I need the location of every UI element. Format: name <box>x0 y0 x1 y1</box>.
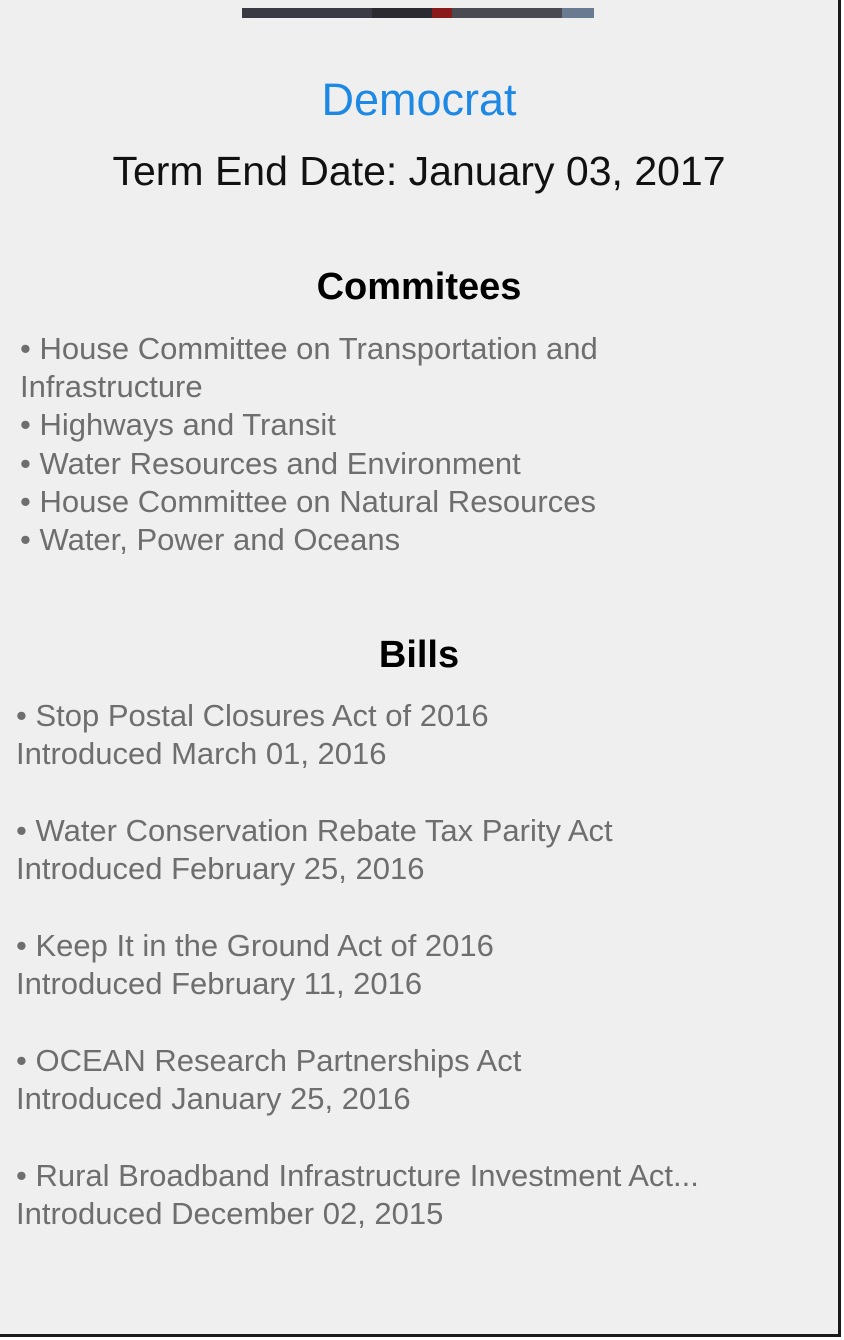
bill-name: • Keep It in the Ground Act of 2016 <box>16 928 494 963</box>
committee-item: • House Committee on Transportation and <box>20 331 598 366</box>
bill-item[interactable]: • Keep It in the Ground Act of 2016 Intr… <box>16 927 816 1042</box>
committee-item: • Water Resources and Environment <box>20 445 521 481</box>
legislator-photo <box>242 8 594 18</box>
legislator-detail-screen: Democrat Term End Date: January 03, 2017… <box>0 0 841 1337</box>
bill-introduced-date: Introduced January 25, 2016 <box>16 1081 411 1117</box>
bill-name: • Stop Postal Closures Act of 2016 <box>16 698 489 733</box>
party-label: Democrat <box>321 74 517 125</box>
bill-name: • OCEAN Research Partnerships Act <box>16 1043 522 1078</box>
bill-item[interactable]: • Water Conservation Rebate Tax Parity A… <box>16 812 816 927</box>
committees-list: • House Committee on Transportation and … <box>20 330 720 559</box>
bill-name: • Water Conservation Rebate Tax Parity A… <box>16 813 613 848</box>
bill-name: • Rural Broadband Infrastructure Investm… <box>16 1158 699 1193</box>
bills-heading: Bills <box>378 634 460 676</box>
bill-introduced-date: Introduced March 01, 2016 <box>16 736 387 772</box>
committee-item: • Highways and Transit <box>20 407 336 443</box>
committee-item: Infrastructure <box>20 369 203 405</box>
bill-item[interactable]: • Rural Broadband Infrastructure Investm… <box>16 1157 816 1272</box>
bill-item[interactable]: • OCEAN Research Partnerships Act Introd… <box>16 1042 816 1157</box>
bill-introduced-date: Introduced December 02, 2015 <box>16 1196 444 1232</box>
bill-introduced-date: Introduced February 25, 2016 <box>16 851 425 887</box>
bills-list: • Stop Postal Closures Act of 2016 Intro… <box>16 697 816 1272</box>
bill-introduced-date: Introduced February 11, 2016 <box>16 966 423 1002</box>
term-end-date: Term End Date: January 03, 2017 <box>112 148 726 194</box>
committee-item: • Water, Power and Oceans <box>20 522 401 558</box>
committees-heading: Commitees <box>316 266 522 308</box>
committee-item: • House Committee on Natural Resources <box>20 483 596 519</box>
bill-item[interactable]: • Stop Postal Closures Act of 2016 Intro… <box>16 697 816 812</box>
